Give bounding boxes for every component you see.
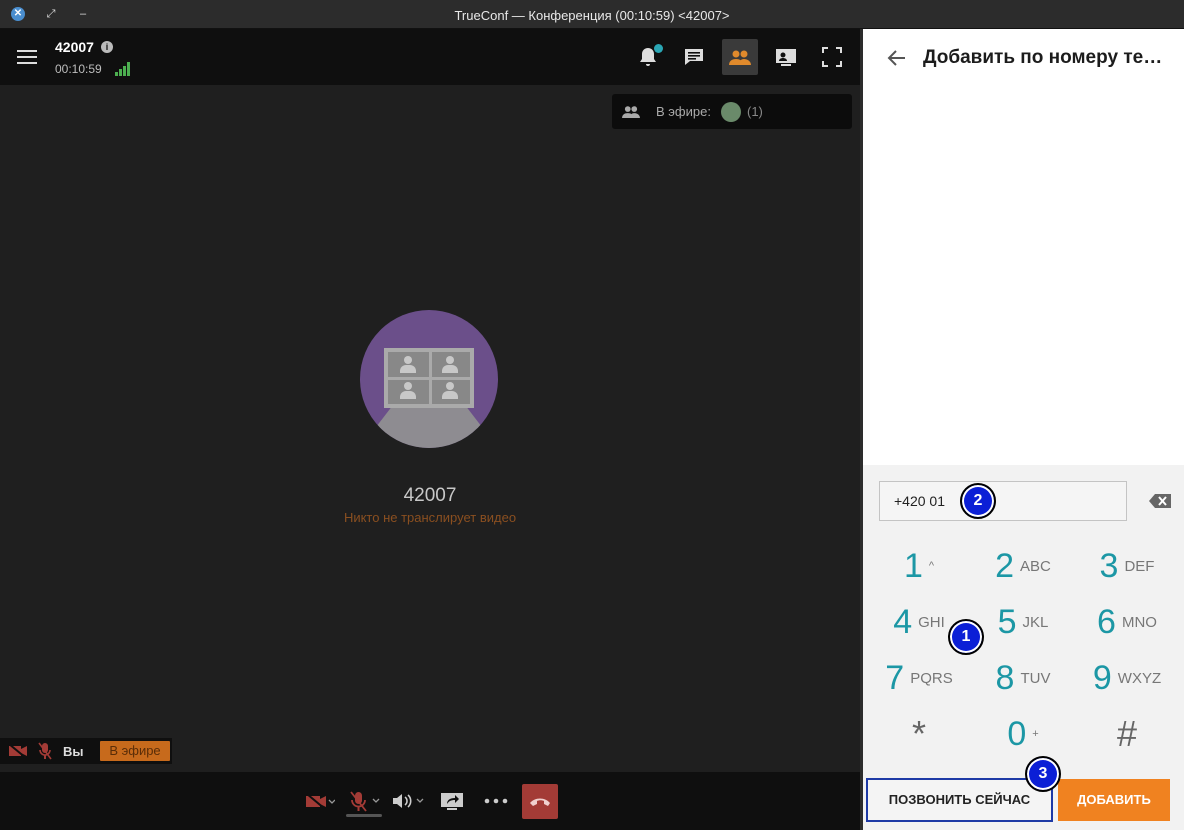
dial-key[interactable]: 3 DEF	[1077, 544, 1177, 588]
dial-key-digit: 6	[1097, 602, 1116, 641]
chat-icon	[685, 49, 703, 65]
dial-key-digit: 1	[903, 546, 923, 585]
more-icon	[484, 798, 508, 804]
dial-key[interactable]: 5 JKL	[973, 600, 1073, 644]
dial-key[interactable]: 2 ABC	[973, 544, 1073, 588]
dial-key-digit: 8	[995, 658, 1015, 697]
dial-key[interactable]: *	[869, 712, 969, 756]
dial-key-digit: 5	[997, 602, 1017, 641]
mic-off-icon	[350, 791, 380, 812]
dial-key[interactable]: 9 WXYZ	[1077, 656, 1177, 700]
people-icon	[622, 106, 640, 118]
dial-key-letters: ABC	[1020, 557, 1051, 575]
mic-level-indicator	[346, 814, 382, 817]
on-air-count: (1)	[747, 104, 763, 119]
conference-avatar	[360, 310, 498, 448]
fullscreen-button[interactable]	[814, 39, 850, 75]
camera-toggle-button[interactable]	[302, 784, 338, 818]
dial-key-digit: 4	[893, 602, 913, 641]
people-icon	[729, 50, 751, 65]
dial-key-letters: JKL	[1022, 613, 1049, 631]
dial-key-digit: #	[1116, 713, 1138, 754]
dial-key-letters: PQRS	[910, 669, 953, 687]
back-arrow-icon[interactable]	[887, 48, 907, 68]
info-icon[interactable]: i	[101, 41, 113, 53]
conference-timer: 00:10:59	[55, 62, 102, 76]
more-options-button[interactable]	[480, 784, 512, 818]
dial-key-digit: 3	[1099, 546, 1119, 585]
dial-key[interactable]: #	[1077, 712, 1177, 756]
video-grid-icon	[384, 348, 474, 408]
screen-share-button[interactable]	[436, 784, 468, 818]
dial-key-letters: TUV	[1020, 669, 1051, 687]
participant-avatar	[721, 102, 741, 122]
conference-topbar: 42007 i 00:10:59	[0, 29, 860, 85]
call-now-button[interactable]: ПОЗВОНИТЬ СЕЙЧАС	[866, 778, 1053, 822]
phone-hangup-icon	[530, 798, 550, 806]
self-label: Вы	[63, 744, 84, 759]
dial-key-digit: 0	[1007, 714, 1027, 753]
conference-name: 42007	[403, 485, 457, 506]
dial-key-letters: DEF	[1124, 557, 1155, 575]
no-video-message: Никто не транслирует видео	[343, 510, 517, 525]
camera-off-icon	[306, 793, 335, 809]
dial-key-letters: MNO	[1121, 613, 1157, 631]
dial-key[interactable]: 0 +	[973, 712, 1073, 756]
conference-id: 42007	[55, 39, 94, 55]
notification-dot	[654, 44, 663, 53]
menu-icon[interactable]	[17, 50, 37, 64]
hangup-button[interactable]	[522, 784, 558, 819]
dial-key-letters: +	[1032, 728, 1039, 740]
dial-key[interactable]: 1 ^	[869, 544, 969, 588]
dial-key-digit: 9	[1092, 658, 1112, 697]
backspace-icon[interactable]	[1149, 494, 1171, 508]
window-title: TrueConf — Конференция (00:10:59) <42007…	[454, 8, 730, 23]
on-air-indicator[interactable]: В эфире: (1)	[612, 94, 852, 129]
add-button[interactable]: ДОБАВИТЬ	[1058, 779, 1170, 821]
dial-key-digit: *	[911, 713, 926, 754]
phone-number-input[interactable]	[879, 481, 1127, 521]
dial-key-digit: 7	[885, 658, 905, 697]
signal-strength-icon	[115, 62, 131, 76]
annotation-marker-2: 2	[960, 483, 996, 519]
dial-key[interactable]: 8 TUV	[973, 656, 1073, 700]
presentation-icon	[776, 49, 796, 66]
annotation-marker-1: 1	[948, 619, 984, 655]
dial-key-letters: WXYZ	[1117, 669, 1162, 687]
microphone-toggle-button[interactable]	[346, 784, 382, 818]
speaker-icon	[393, 794, 424, 808]
chat-button[interactable]	[676, 39, 712, 75]
dial-key-letters: GHI	[918, 613, 945, 631]
dial-key-digit: 2	[995, 546, 1015, 585]
panel-title: Добавить по номеру телефона	[923, 47, 1173, 68]
notifications-button[interactable]	[630, 39, 666, 75]
self-view-bar: Вы В эфире	[0, 738, 172, 764]
annotation-marker-3: 3	[1025, 756, 1061, 792]
dial-key[interactable]: 6 MNO	[1077, 600, 1177, 644]
screen-share-icon	[441, 793, 463, 810]
mic-off-icon	[38, 742, 52, 760]
dial-key[interactable]: 7 PQRS	[869, 656, 969, 700]
content-share-button[interactable]	[768, 39, 804, 75]
camera-off-icon	[8, 744, 27, 758]
add-by-phone-panel: Добавить по номеру телефона 1^2ABC3DEF4G…	[863, 29, 1184, 830]
panel-header: Добавить по номеру телефона	[863, 29, 1184, 465]
fullscreen-icon	[822, 47, 842, 67]
window-titlebar: ✕ ⤢ – TrueConf — Конференция (00:10:59) …	[0, 0, 1184, 29]
speaker-button[interactable]	[390, 784, 426, 818]
conference-view: 42007 i 00:10:59 В эфире: (1) 42007 Никт…	[0, 29, 860, 830]
call-controls-bar	[0, 772, 860, 830]
on-air-label: В эфире:	[656, 104, 711, 119]
participants-button[interactable]	[722, 39, 758, 75]
dial-key-letters: ^	[928, 560, 935, 572]
self-on-air-badge: В эфире	[100, 741, 170, 761]
